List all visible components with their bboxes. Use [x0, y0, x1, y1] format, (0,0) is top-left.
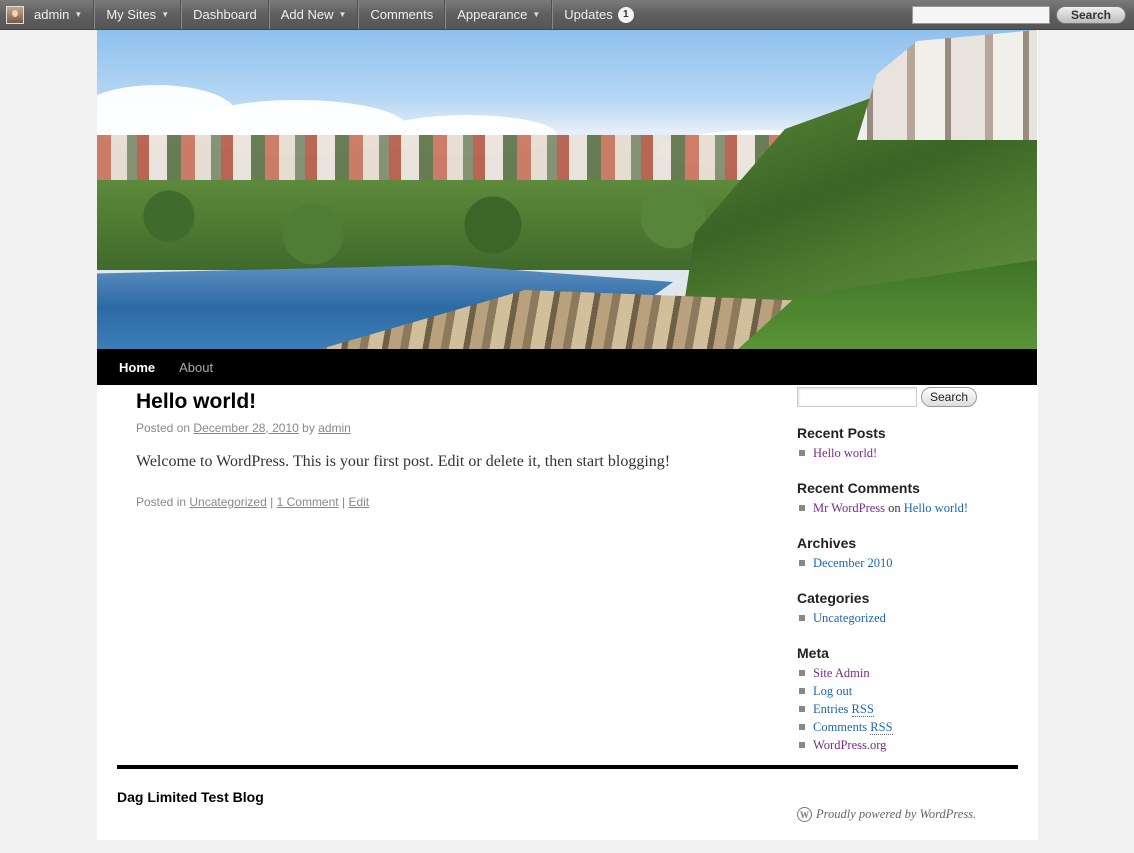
entries-rss-link[interactable]: Entries RSS: [813, 702, 874, 717]
appearance-label: Appearance: [457, 7, 528, 22]
list-item: Entries RSS: [797, 700, 1017, 718]
comments-link[interactable]: 1 Comment: [277, 495, 339, 509]
admin-user-menu[interactable]: admin ▼: [0, 0, 95, 29]
list-item: Hello world!: [797, 444, 1017, 462]
meta-heading: Meta: [797, 645, 829, 661]
page-wrapper: Home About Hello world! Posted on Decemb…: [97, 30, 1038, 840]
comments-label: Comments: [813, 720, 868, 734]
chevron-down-icon: ▼: [74, 10, 83, 19]
nav-about[interactable]: About: [167, 360, 225, 375]
post-content: Welcome to WordPress. This is your first…: [136, 453, 671, 470]
my-sites-label: My Sites: [106, 7, 157, 22]
chevron-down-icon: ▼: [338, 10, 347, 19]
main-nav: Home About: [97, 349, 1037, 385]
list-item: Comments RSS: [797, 718, 1017, 736]
chevron-down-icon: ▼: [161, 10, 170, 19]
list-item: Site Admin: [797, 664, 1017, 682]
post-author-link[interactable]: admin: [318, 421, 351, 435]
site-admin-link[interactable]: Site Admin: [813, 666, 870, 680]
admin-bar-search-button[interactable]: Search: [1055, 6, 1126, 24]
comment-post-link[interactable]: Hello world!: [904, 501, 968, 515]
chevron-down-icon: ▼: [532, 10, 541, 19]
posted-in-label: Posted in: [136, 495, 187, 509]
log-out-link[interactable]: Log out: [813, 684, 852, 698]
add-new-menu[interactable]: Add New ▼: [268, 0, 359, 29]
category-link[interactable]: Uncategorized: [189, 495, 266, 509]
comments-label: Comments: [370, 7, 434, 22]
my-sites-menu[interactable]: My Sites ▼: [94, 0, 182, 29]
post-utility: Posted in Uncategorized | 1 Comment | Ed…: [136, 495, 756, 509]
archives-list: December 2010: [797, 554, 1017, 572]
recent-posts-list: Hello world!: [797, 444, 1017, 462]
dashboard-label: Dashboard: [193, 7, 257, 22]
sidebar: Search Recent Posts Hello world! Recent …: [797, 385, 1017, 754]
footer: Dag Limited Test Blog W Proudly powered …: [117, 765, 1018, 822]
avatar: [6, 5, 24, 24]
entries-label: Entries: [813, 702, 849, 716]
post-date-link[interactable]: December 28, 2010: [193, 421, 298, 435]
appearance-menu[interactable]: Appearance ▼: [445, 0, 553, 29]
updates-label: Updates: [564, 7, 613, 22]
by-label: by: [302, 421, 315, 435]
categories-list: Uncategorized: [797, 609, 1017, 627]
posted-on-label: Posted on: [136, 421, 191, 435]
sidebar-search-button[interactable]: Search: [921, 387, 978, 407]
updates-count-badge: 1: [617, 6, 634, 23]
rss-label: RSS: [870, 720, 893, 735]
recent-comments-list: Mr WordPress on Hello world!: [797, 499, 1017, 517]
list-item: Mr WordPress on Hello world!: [797, 499, 1017, 517]
wordpress-icon: W: [797, 807, 812, 822]
meta-list: Site Admin Log out Entries RSS Comments …: [797, 664, 1017, 754]
sidebar-search: Search: [797, 387, 1017, 407]
post-meta: Posted on December 28, 2010 by admin: [136, 421, 756, 435]
nav-home[interactable]: Home: [107, 360, 167, 375]
sidebar-search-input[interactable]: [797, 387, 917, 407]
recent-comments-heading: Recent Comments: [797, 480, 920, 496]
powered-by-link[interactable]: W Proudly powered by WordPress.: [797, 807, 976, 822]
dashboard-link[interactable]: Dashboard: [181, 0, 269, 29]
updates-link[interactable]: Updates 1: [552, 0, 644, 29]
list-item: Log out: [797, 682, 1017, 700]
category-link[interactable]: Uncategorized: [813, 611, 886, 625]
admin-bar-search-input[interactable]: [911, 6, 1050, 24]
separator: |: [341, 495, 346, 509]
rss-label: RSS: [851, 702, 874, 717]
admin-bar: admin ▼ My Sites ▼ Dashboard Add New ▼ C…: [0, 0, 1134, 30]
powered-by-label: Proudly powered by WordPress.: [816, 807, 977, 821]
comments-rss-link[interactable]: Comments RSS: [813, 720, 893, 735]
edit-link[interactable]: Edit: [348, 495, 369, 509]
site-title-link[interactable]: Dag Limited Test Blog: [117, 789, 264, 805]
admin-user-label: admin: [34, 7, 70, 22]
wordpress-org-link[interactable]: WordPress.org: [813, 738, 886, 752]
list-item: December 2010: [797, 554, 1017, 572]
add-new-label: Add New: [280, 7, 334, 22]
main-content: Hello world! Posted on December 28, 2010…: [136, 385, 756, 509]
comment-author-link[interactable]: Mr WordPress: [813, 501, 885, 515]
header-image: [97, 30, 1037, 349]
on-label: on: [888, 501, 901, 515]
recent-posts-heading: Recent Posts: [797, 425, 886, 441]
post-title[interactable]: Hello world!: [136, 390, 756, 414]
archive-link[interactable]: December 2010: [813, 556, 892, 570]
list-item: Uncategorized: [797, 609, 1017, 627]
admin-bar-search: Search: [911, 0, 1134, 30]
archives-heading: Archives: [797, 535, 857, 551]
categories-heading: Categories: [797, 590, 870, 606]
list-item: WordPress.org: [797, 736, 1017, 754]
comments-link[interactable]: Comments: [358, 0, 446, 29]
recent-post-link[interactable]: Hello world!: [813, 446, 877, 460]
separator: |: [270, 495, 274, 509]
